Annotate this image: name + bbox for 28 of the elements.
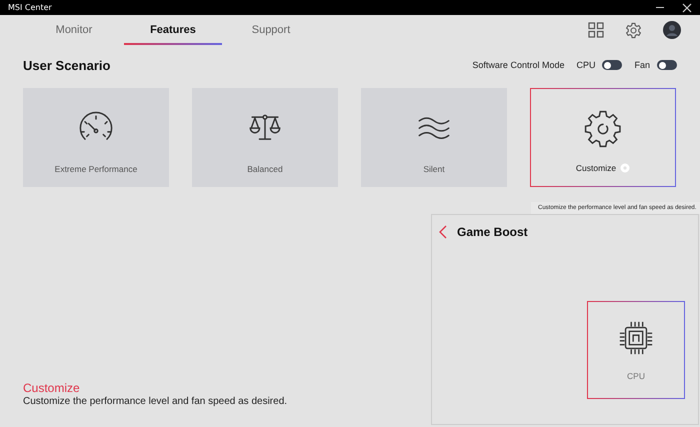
card-label: Customize [576,163,616,173]
close-icon[interactable] [682,2,692,12]
toggle-label: CPU [576,60,596,70]
toggle-label: Fan [634,60,650,70]
tab[interactable]: Monitor [24,15,124,45]
cpu-card[interactable]: CPU [587,301,685,399]
control-mode-label: Software Control Mode [472,60,564,70]
card-label: Extreme Performance [54,164,138,174]
back-icon[interactable] [439,225,447,239]
scenario-card[interactable]: Customize [530,88,676,187]
card-label: CPU [627,371,645,381]
toggle-switch[interactable] [602,60,622,70]
scenario-card[interactable]: Extreme Performance [23,88,169,187]
chip-icon [617,319,655,357]
toggle-switch[interactable] [657,60,677,70]
section-title: User Scenario [23,58,110,72]
description-title: Customize [23,381,81,395]
card-label: Balanced [247,164,283,174]
card-label: Silent [423,164,445,174]
tab[interactable]: Support [222,15,320,45]
description-text: Customize the performance level and fan speed as desired. [23,396,288,407]
window-title: MSI Center [8,3,52,12]
avatar-icon[interactable] [663,21,681,39]
tab[interactable]: Features [124,15,222,45]
panel-title: Game Boost [457,225,528,239]
grid-icon[interactable] [588,22,604,38]
scenario-card[interactable]: Balanced [192,88,338,187]
scenario-card[interactable]: Silent [361,88,507,187]
